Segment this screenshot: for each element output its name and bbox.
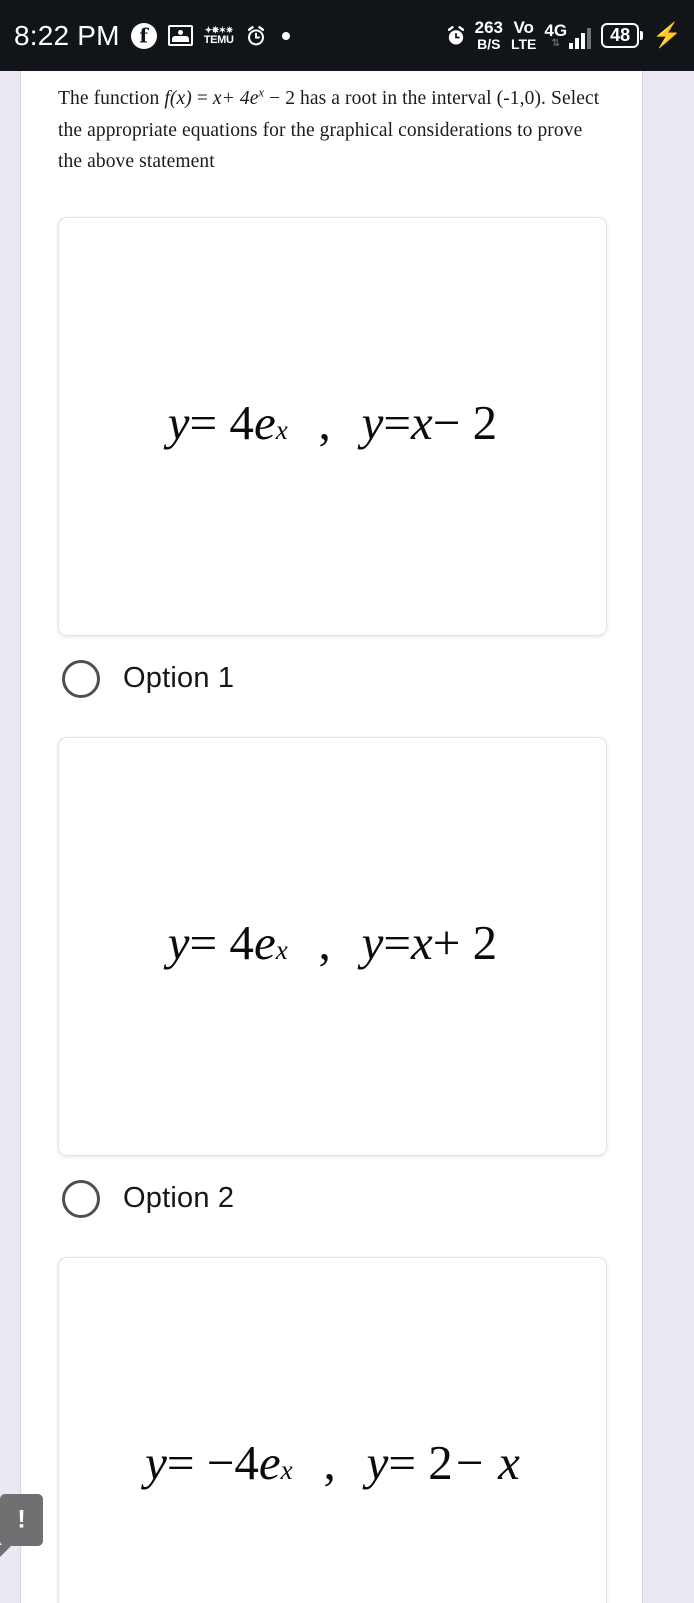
eq2-rhs-body-var: x xyxy=(411,914,433,970)
clock-time: 8:22 PM xyxy=(14,19,120,51)
eq1-comma: , xyxy=(318,394,331,450)
radio-option-1[interactable] xyxy=(62,659,100,698)
expr-e: e xyxy=(249,88,259,109)
option-2-label: Option 2 xyxy=(123,1182,235,1215)
alarm-clock-icon xyxy=(245,25,267,47)
eq2-comma: , xyxy=(318,914,331,970)
eq3-lhs-eq: = −4 xyxy=(166,1434,259,1490)
option-1-equation: y = 4 e x, y = x − 2 xyxy=(167,394,498,450)
battery-percent: 48 xyxy=(601,23,640,48)
option-1-label: Option 1 xyxy=(123,662,235,695)
photo-icon xyxy=(167,25,193,46)
eq3-lhs-e: e xyxy=(258,1434,281,1490)
dot-icon xyxy=(281,31,290,40)
eq2-rhs-var: y xyxy=(361,914,384,970)
battery-icon: 48 xyxy=(601,23,644,48)
expr-tail: − 2 xyxy=(264,88,296,109)
function-arg: (x) xyxy=(169,88,192,109)
status-bar-right: 263 B/S Vo LTE 4G ⇅ 48 ⚡ xyxy=(445,19,682,51)
question-equals: = xyxy=(191,88,213,109)
volte-icon: Vo LTE xyxy=(511,19,536,51)
question-text: The function f(x) = x+ 4ex − 2 has a roo… xyxy=(58,83,607,178)
eq2-lhs-e: e xyxy=(253,914,276,970)
eq3-rhs-body-var: − x xyxy=(452,1434,520,1490)
eq1-lhs-eq: = 4 xyxy=(189,394,254,450)
eq1-rhs-body-var: x xyxy=(411,394,433,450)
signal-indicator: 4G ⇅ xyxy=(544,22,592,49)
status-bar-left: 8:22 PM ✦✵✶✷ TEMU xyxy=(14,20,290,52)
data-arrows-icon: ⇅ xyxy=(551,38,560,49)
option-1-row[interactable]: Option 1 xyxy=(58,659,607,698)
volte-bottom: LTE xyxy=(510,36,537,53)
eq1-lhs-e: e xyxy=(253,394,276,450)
exclamation-icon: ! xyxy=(17,1505,26,1534)
eq1-rhs-eq: = xyxy=(383,394,412,450)
option-2-equation: y = 4 e x, y = x + 2 xyxy=(167,914,498,970)
eq2-lhs-var: y xyxy=(167,914,190,970)
network-type-icon: 4G ⇅ xyxy=(544,22,567,49)
eq1-rhs-var: y xyxy=(361,394,384,450)
temu-icon: ✦✵✶✷ TEMU xyxy=(203,25,234,46)
expr-main: x+ 4 xyxy=(212,88,250,109)
eq2-rhs-eq: = xyxy=(383,914,412,970)
battery-cap xyxy=(640,30,644,40)
eq3-lhs-var: y xyxy=(145,1434,167,1490)
option-2-equation-card[interactable]: y = 4 e x, y = x + 2 xyxy=(58,736,607,1156)
radio-option-2[interactable] xyxy=(62,1179,100,1218)
page-canvas: The function f(x) = x+ 4ex − 2 has a roo… xyxy=(0,71,694,1603)
eq1-lhs-var: y xyxy=(167,394,190,450)
question-prefix: The function xyxy=(58,88,165,109)
hint-badge[interactable]: ! xyxy=(0,1494,43,1557)
eq3-comma: , xyxy=(323,1434,336,1490)
volte-top: Vo xyxy=(513,18,534,38)
alarm-indicator-icon xyxy=(445,25,467,47)
eq3-rhs-var: y xyxy=(366,1434,389,1490)
option-3-equation-card[interactable]: y = −4 e x, y = 2− x xyxy=(58,1256,607,1603)
temu-label: TEMU xyxy=(203,33,234,46)
question-content: The function f(x) = x+ 4ex − 2 has a roo… xyxy=(21,71,644,1603)
option-1-equation-card[interactable]: y = 4 e x, y = x − 2 xyxy=(58,216,607,636)
signal-bars-icon xyxy=(569,28,592,49)
option-3-equation: y = −4 e x, y = 2− x xyxy=(145,1434,520,1490)
facebook-icon xyxy=(130,22,157,49)
data-rate-unit: B/S xyxy=(477,36,501,53)
eq2-lhs-eq: = 4 xyxy=(189,914,254,970)
eq2-rhs-body-tail: + 2 xyxy=(432,914,498,970)
network-type-label: 4G xyxy=(544,21,568,40)
eq3-rhs-eq: = 2 xyxy=(388,1434,453,1490)
content-sheet: The function f(x) = x+ 4ex − 2 has a roo… xyxy=(20,71,643,1603)
data-rate-value: 263 xyxy=(474,18,503,38)
data-rate-indicator: 263 B/S xyxy=(475,19,503,51)
eq1-rhs-body-tail: − 2 xyxy=(432,394,498,450)
charging-bolt-icon: ⚡ xyxy=(652,21,682,49)
option-2-row[interactable]: Option 2 xyxy=(58,1179,607,1218)
status-bar: 8:22 PM ✦✵✶✷ TEMU 263 xyxy=(0,0,694,71)
